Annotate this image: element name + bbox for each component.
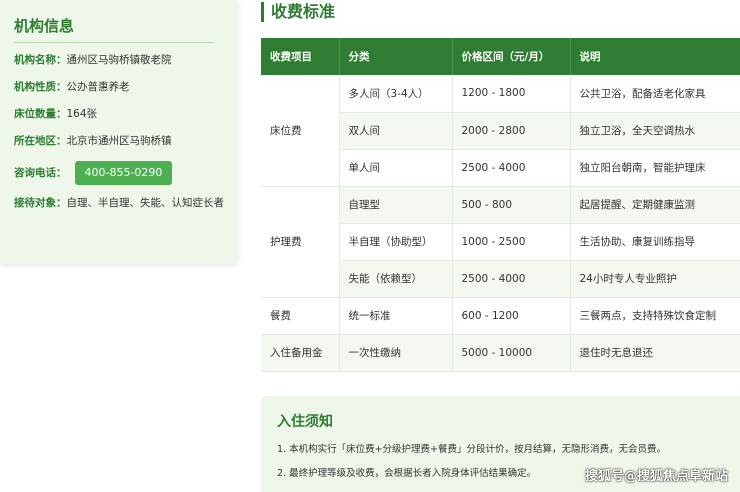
- category-cell: 床位费: [261, 75, 340, 187]
- target-label: 接待对象：: [14, 197, 67, 209]
- table-row: 入住备用金 一次性缴纳 5000 - 10000 退住时无息退还: [261, 334, 740, 372]
- price-cell: 1000 - 2500: [452, 223, 571, 261]
- category-cell: 餐费: [261, 297, 340, 335]
- column-header: 分类: [339, 38, 453, 75]
- column-header: 收费项目: [261, 38, 340, 75]
- info-card-divider: [14, 42, 214, 43]
- info-row-region: 所在地区：北京市通州区马驹桥镇: [14, 134, 224, 148]
- price-cell: 500 - 800: [452, 186, 571, 224]
- type-cell: 失能（依赖型）: [339, 260, 453, 298]
- fee-table: 收费项目 分类 价格区间（元/月） 说明 床位费 多人间（3-4人） 1200 …: [261, 38, 740, 372]
- type-cell: 半自理（协助型）: [339, 223, 453, 261]
- note-cell: 独立阳台朝南，智能护理床: [570, 149, 740, 187]
- notice-title: 入住须知: [277, 414, 333, 430]
- price-cell: 2500 - 4000: [452, 149, 571, 187]
- institution-info-card: 机构信息 机构名称：通州区马驹桥镇敬老院 机构性质：公办普惠养老 床位数量：16…: [0, 0, 238, 264]
- notice-item: 1. 本机构实行「床位费+分级护理费+餐费」分段计价，按月结算，无隐形消费，无会…: [277, 444, 667, 455]
- target-value: 自理、半自理、失能、认知症长者: [66, 197, 225, 209]
- note-cell: 起居提醒、定期健康监测: [570, 186, 740, 224]
- price-cell: 1200 - 1800: [452, 75, 571, 113]
- price-cell: 5000 - 10000: [452, 334, 571, 372]
- info-row-phone: 咨询电话： 400-855-0290: [14, 161, 224, 185]
- note-cell: 三餐两点，支持特殊饮食定制: [570, 297, 740, 335]
- info-card-title: 机构信息: [14, 17, 75, 35]
- info-row-nature: 机构性质：公办普惠养老: [14, 80, 224, 94]
- type-cell: 单人间: [339, 149, 453, 187]
- type-cell: 统一标准: [339, 297, 453, 335]
- type-cell: 自理型: [339, 186, 453, 224]
- fee-table-header-row: 收费项目 分类 价格区间（元/月） 说明: [261, 38, 740, 75]
- phone-label: 咨询电话：: [14, 167, 67, 179]
- note-cell: 独立卫浴，全天空调热水: [570, 112, 740, 150]
- note-cell: 24小时专人专业照护: [570, 260, 740, 298]
- note-cell: 公共卫浴，配备适老化家具: [570, 75, 740, 113]
- column-header: 价格区间（元/月）: [452, 38, 571, 75]
- price-cell: 600 - 1200: [452, 297, 571, 335]
- type-cell: 双人间: [339, 112, 453, 150]
- note-cell: 退住时无息退还: [570, 334, 740, 372]
- phone-button[interactable]: 400-855-0290: [74, 161, 173, 185]
- info-label: 所在地区：: [14, 135, 67, 147]
- info-row-target: 接待对象：自理、半自理、失能、认知症长者: [14, 196, 224, 211]
- info-value: 公办普惠养老: [66, 81, 130, 93]
- info-label: 机构性质：: [14, 81, 67, 93]
- price-cell: 2000 - 2800: [452, 112, 571, 150]
- table-row: 床位费 多人间（3-4人） 1200 - 1800 公共卫浴，配备适老化家具: [261, 75, 740, 187]
- info-label: 机构名称：: [14, 54, 67, 66]
- info-list: 机构名称：通州区马驹桥镇敬老院 机构性质：公办普惠养老 床位数量：164张 所在…: [14, 53, 224, 211]
- info-row-name: 机构名称：通州区马驹桥镇敬老院: [14, 53, 224, 67]
- fees-section: 收费标准 收费项目 分类 价格区间（元/月） 说明 床位费 多人间（3-4人） …: [261, 0, 740, 372]
- info-label: 床位数量：: [14, 108, 67, 120]
- watermark: 搜狐号@搜狐焦点阜新站: [584, 469, 728, 484]
- table-row: 护理费 自理型 500 - 800 起居提醒、定期健康监测: [261, 186, 740, 298]
- info-value: 北京市通州区马驹桥镇: [66, 135, 172, 147]
- column-header: 说明: [570, 38, 740, 75]
- info-value: 通州区马驹桥镇敬老院: [66, 54, 172, 66]
- category-cell: 护理费: [261, 186, 340, 298]
- type-cell: 一次性缴纳: [339, 334, 453, 372]
- category-cell: 入住备用金: [261, 334, 340, 372]
- price-cell: 2500 - 4000: [452, 260, 571, 298]
- table-row: 餐费 统一标准 600 - 1200 三餐两点，支持特殊饮食定制: [261, 297, 740, 335]
- type-cell: 多人间（3-4人）: [339, 75, 453, 113]
- info-value: 164张: [66, 108, 98, 120]
- info-row-beds: 床位数量：164张: [14, 107, 224, 121]
- note-cell: 生活协助、康复训练指导: [570, 223, 740, 261]
- fees-title: 收费标准: [261, 2, 740, 22]
